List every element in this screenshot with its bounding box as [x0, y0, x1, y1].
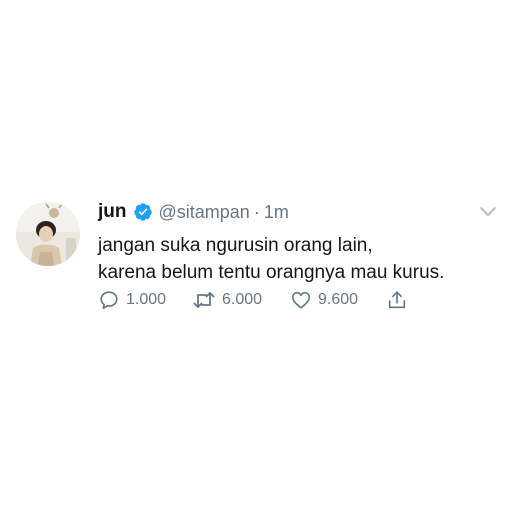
tweet-content: jun @sitampan · 1m jangan suka ngurusin …	[98, 198, 488, 286]
tweet-actions: 1.000 6.000 9.600	[98, 287, 408, 313]
page: jun @sitampan · 1m jangan suka ngurusin …	[0, 0, 512, 512]
share-button[interactable]	[386, 289, 408, 311]
reply-count: 1.000	[126, 291, 167, 308]
author-name[interactable]: jun	[98, 201, 127, 223]
like-count: 9.600	[318, 291, 359, 308]
chevron-down-icon[interactable]	[476, 202, 500, 222]
separator-dot: ·	[253, 201, 260, 222]
tweet-card[interactable]: jun @sitampan · 1m jangan suka ngurusin …	[16, 198, 500, 328]
tweet-text-line: karena belum tentu orangnya mau kurus.	[98, 262, 445, 283]
verified-badge-icon	[133, 202, 153, 222]
retweet-icon	[192, 289, 216, 311]
author-handle[interactable]: @sitampan	[159, 202, 250, 223]
retweet-count: 6.000	[222, 291, 263, 308]
tweet-text: jangan suka ngurusin orang lain, karena …	[98, 232, 488, 286]
heart-icon	[290, 289, 312, 311]
avatar[interactable]	[16, 202, 80, 266]
reply-button[interactable]: 1.000	[98, 289, 192, 311]
like-button[interactable]: 9.600	[290, 289, 386, 311]
tweet-text-line: jangan suka ngurusin orang lain,	[98, 235, 373, 256]
reply-bubble-icon	[98, 289, 120, 311]
share-icon	[386, 289, 408, 311]
tweet-timestamp[interactable]: 1m	[264, 202, 289, 223]
retweet-button[interactable]: 6.000	[192, 289, 290, 311]
tweet-header: jun @sitampan · 1m	[98, 198, 488, 226]
